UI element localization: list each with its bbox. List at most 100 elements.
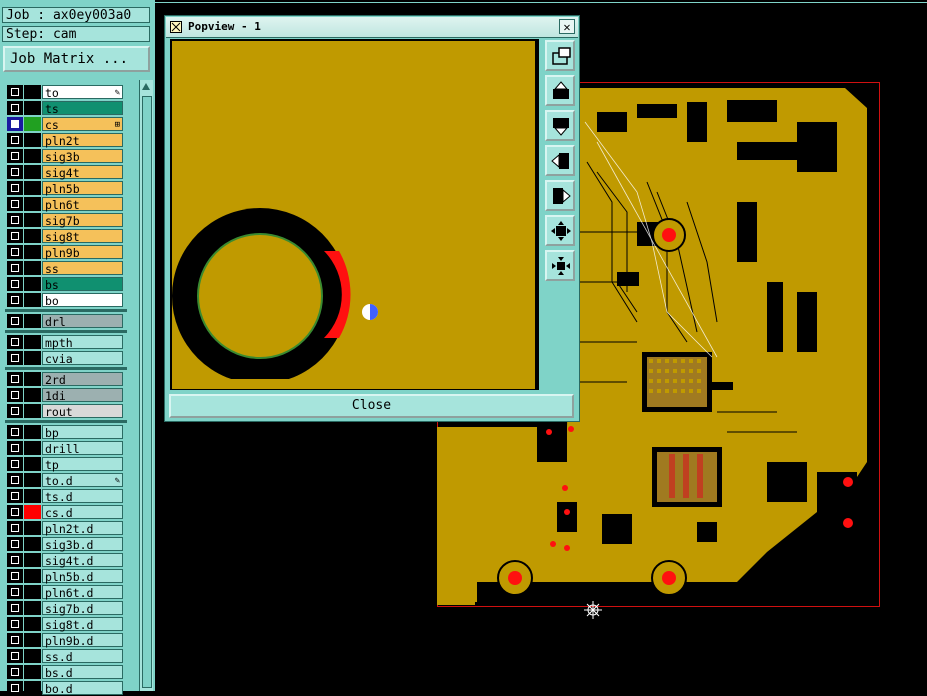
layer-row[interactable]: bs.d [5, 664, 127, 680]
pan-right-button[interactable] [545, 180, 575, 211]
scrollbar-thumb[interactable] [142, 96, 152, 688]
layer-checkbox[interactable] [7, 149, 23, 163]
layer-color-swatch[interactable] [24, 229, 41, 243]
layer-color-swatch[interactable] [24, 372, 41, 386]
layer-checkbox[interactable] [7, 117, 23, 131]
layer-name[interactable]: tp [42, 457, 123, 472]
layer-row[interactable]: ss [5, 260, 127, 276]
layer-color-swatch[interactable] [24, 425, 41, 439]
layer-checkbox[interactable] [7, 335, 23, 349]
layer-row[interactable]: cvia [5, 350, 127, 366]
layer-checkbox[interactable] [7, 372, 23, 386]
layer-name[interactable]: bp [42, 425, 123, 440]
layer-color-swatch[interactable] [24, 633, 41, 647]
layer-name[interactable]: ts.d [42, 489, 123, 504]
layer-color-swatch[interactable] [24, 165, 41, 179]
layer-color-swatch[interactable] [24, 665, 41, 679]
layer-row[interactable]: pln5b [5, 180, 127, 196]
layer-name[interactable]: to.d ✎ [42, 473, 123, 488]
layer-checkbox[interactable] [7, 165, 23, 179]
layer-row[interactable]: pln6t [5, 196, 127, 212]
layer-name[interactable]: pln5b [42, 181, 123, 196]
layer-name[interactable]: pln6t [42, 197, 123, 212]
layer-name[interactable]: ss.d [42, 649, 123, 664]
layer-checkbox[interactable] [7, 101, 23, 115]
layer-name[interactable]: sig4t.d [42, 553, 123, 568]
layer-name[interactable]: to ✎ [42, 85, 123, 100]
layer-checkbox[interactable] [7, 388, 23, 402]
layer-checkbox[interactable] [7, 293, 23, 307]
layer-name[interactable]: pln9b [42, 245, 123, 260]
layer-color-swatch[interactable] [24, 649, 41, 663]
layer-name[interactable]: ts [42, 101, 123, 116]
layer-row[interactable]: bp [5, 424, 127, 440]
layer-name[interactable]: pln9b.d [42, 633, 123, 648]
zoom-window-button[interactable] [545, 40, 575, 71]
layer-row[interactable]: sig7b [5, 212, 127, 228]
layer-name[interactable]: bs.d [42, 665, 123, 680]
layer-checkbox[interactable] [7, 351, 23, 365]
layer-list-scrollbar[interactable] [139, 80, 153, 691]
layer-checkbox[interactable] [7, 277, 23, 291]
layer-color-swatch[interactable] [24, 505, 41, 519]
layer-color-swatch[interactable] [24, 314, 41, 328]
layer-row[interactable]: bs [5, 276, 127, 292]
layer-name[interactable]: pln5b.d [42, 569, 123, 584]
scroll-up-arrow-icon[interactable] [141, 82, 151, 92]
layer-color-swatch[interactable] [24, 101, 41, 115]
layer-name[interactable]: sig8t.d [42, 617, 123, 632]
layer-color-swatch[interactable] [24, 404, 41, 418]
layer-color-swatch[interactable] [24, 441, 41, 455]
job-matrix-button[interactable]: Job Matrix ... [3, 46, 150, 72]
layer-checkbox[interactable] [7, 649, 23, 663]
layer-checkbox[interactable] [7, 213, 23, 227]
layer-row[interactable]: bo.d [5, 680, 127, 696]
layer-row[interactable]: to.d ✎ [5, 472, 127, 488]
layer-name[interactable]: sig3b.d [42, 537, 123, 552]
layer-row[interactable]: 2rd [5, 371, 127, 387]
layer-row[interactable]: sig7b.d [5, 600, 127, 616]
layer-color-swatch[interactable] [24, 585, 41, 599]
layer-checkbox[interactable] [7, 181, 23, 195]
layer-color-swatch[interactable] [24, 213, 41, 227]
layer-name[interactable]: cvia [42, 351, 123, 366]
layer-color-swatch[interactable] [24, 457, 41, 471]
layer-checkbox[interactable] [7, 457, 23, 471]
layer-name[interactable]: 2rd [42, 372, 123, 387]
layer-name[interactable]: drl [42, 314, 123, 329]
layer-row[interactable]: rout [5, 403, 127, 419]
layer-row[interactable]: pln5b.d [5, 568, 127, 584]
layer-row[interactable]: cs.d [5, 504, 127, 520]
layer-name[interactable]: pln6t.d [42, 585, 123, 600]
layer-checkbox[interactable] [7, 505, 23, 519]
zoom-out-button[interactable] [545, 215, 575, 246]
layer-row[interactable]: pln2t [5, 132, 127, 148]
layer-checkbox[interactable] [7, 133, 23, 147]
layer-color-swatch[interactable] [24, 601, 41, 615]
layer-checkbox[interactable] [7, 617, 23, 631]
layer-checkbox[interactable] [7, 633, 23, 647]
layer-color-swatch[interactable] [24, 277, 41, 291]
layer-name[interactable]: sig3b [42, 149, 123, 164]
layer-row[interactable]: mpth [5, 334, 127, 350]
layer-name[interactable]: bo.d [42, 681, 123, 696]
pan-down-button[interactable] [545, 110, 575, 141]
layer-row[interactable]: drl [5, 313, 127, 329]
layer-checkbox[interactable] [7, 314, 23, 328]
layer-color-swatch[interactable] [24, 553, 41, 567]
layer-name[interactable]: sig8t [42, 229, 123, 244]
pan-left-button[interactable] [545, 145, 575, 176]
layer-checkbox[interactable] [7, 681, 23, 695]
popview-viewport[interactable] [170, 39, 539, 390]
layer-row[interactable]: pln2t.d [5, 520, 127, 536]
layer-checkbox[interactable] [7, 245, 23, 259]
layer-name[interactable]: bo [42, 293, 123, 308]
layer-row[interactable]: cs ⊞ [5, 116, 127, 132]
pan-up-button[interactable] [545, 75, 575, 106]
layer-color-swatch[interactable] [24, 617, 41, 631]
window-menu-icon[interactable] [170, 21, 182, 33]
layer-checkbox[interactable] [7, 537, 23, 551]
layer-checkbox[interactable] [7, 489, 23, 503]
layer-color-swatch[interactable] [24, 181, 41, 195]
layer-color-swatch[interactable] [24, 489, 41, 503]
